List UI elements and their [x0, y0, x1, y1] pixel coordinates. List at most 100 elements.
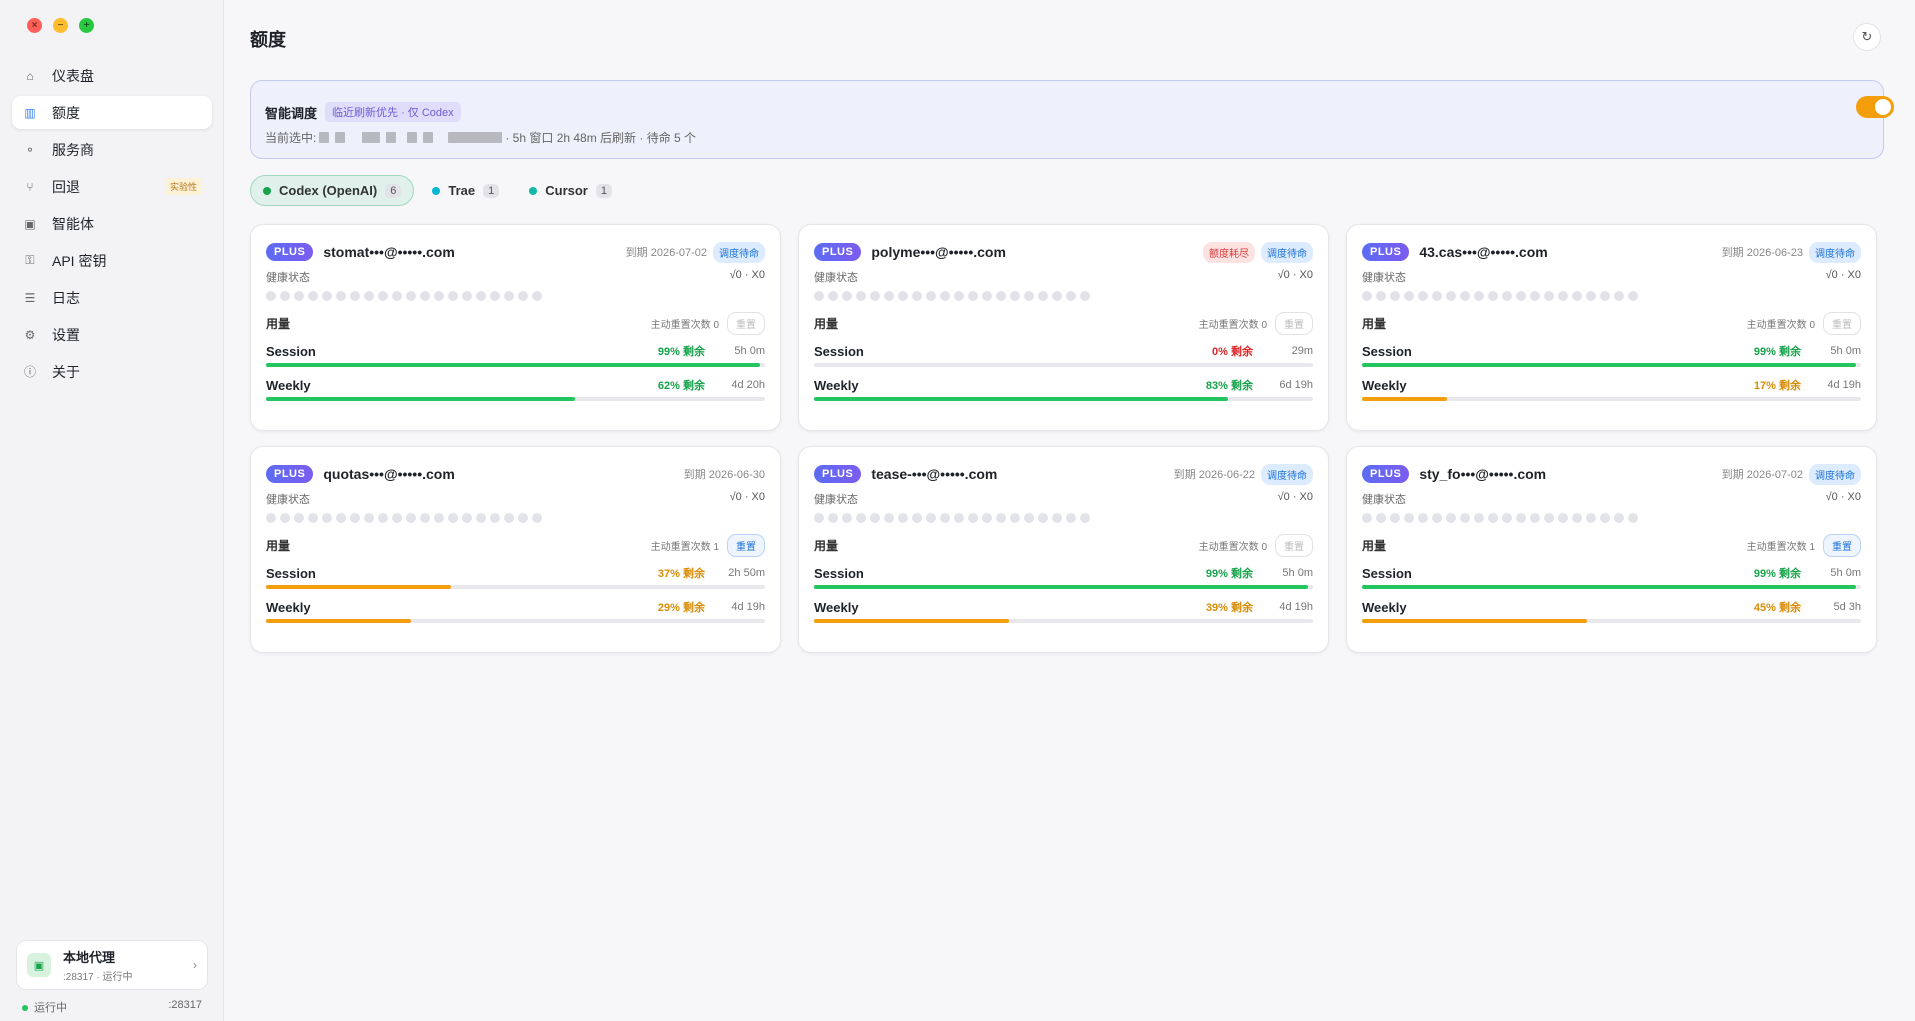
account-email: tease-•••@•••••.com — [871, 466, 998, 482]
health-dot — [884, 291, 894, 301]
health-dot — [532, 513, 542, 523]
expire-date: 到期 2026-07-02 — [626, 244, 707, 260]
usage-label: 用量 — [1362, 538, 1387, 553]
health-history — [266, 513, 765, 523]
health-dot — [462, 291, 472, 301]
health-dot — [1418, 513, 1428, 523]
provider-tab[interactable]: Cursor 1 — [517, 175, 624, 206]
health-dot — [1080, 513, 1090, 523]
health-dot — [870, 291, 880, 301]
tab-label: Trae — [448, 183, 476, 198]
health-dot — [1530, 291, 1540, 301]
plan-badge: PLUS — [1362, 243, 1410, 261]
health-dot — [1558, 291, 1568, 301]
scheduler-title: 智能调度 — [265, 105, 318, 121]
local-proxy-card[interactable]: ▣ 本地代理 :28317 · 运行中 › — [16, 940, 208, 990]
scheduler-toggle[interactable] — [1856, 96, 1894, 118]
agent-icon: ▣ — [24, 216, 36, 231]
session-remaining: 0% 剩余 — [1212, 346, 1253, 358]
reset-button[interactable]: 重置 — [1275, 533, 1313, 557]
meter-header: Weekly 39% 剩余 4d 19h — [814, 599, 1313, 615]
scheduler-selected-prefix: 当前选中: — [265, 131, 317, 145]
sidebar-item-label: 仪表盘 — [52, 67, 94, 84]
status-badge: 额度耗尽 — [1203, 241, 1255, 263]
session-meter: Session 99% 剩余 5h 0m — [814, 565, 1313, 589]
plan-badge: PLUS — [814, 465, 862, 483]
status-badge: 调度待命 — [1261, 463, 1313, 485]
health-dot — [1558, 513, 1568, 523]
weekly-progress-bar — [814, 397, 1313, 401]
health-dot — [1488, 513, 1498, 523]
session-progress-bar — [1362, 585, 1861, 589]
health-dot — [1460, 513, 1470, 523]
health-dot — [490, 513, 500, 523]
sidebar-item[interactable]: ⚙ 设置 — [12, 318, 212, 351]
reset-count: 主动重置次数 0 — [1199, 316, 1267, 331]
session-meter: Session 99% 剩余 5h 0m — [1362, 343, 1861, 367]
health-dot — [1362, 291, 1372, 301]
health-dot — [1544, 513, 1554, 523]
health-dot — [842, 291, 852, 301]
session-reset-time: 29m — [1291, 345, 1313, 357]
health-dot — [518, 513, 528, 523]
reset-button[interactable]: 重置 — [1823, 533, 1861, 557]
sidebar-item[interactable]: ☰ 日志 — [12, 281, 212, 314]
sidebar-item[interactable]: ⚬ 服务商 — [12, 133, 212, 166]
health-dot — [532, 291, 542, 301]
health-dot — [336, 291, 346, 301]
health-dot — [1432, 513, 1442, 523]
quota-icon: ▥ — [24, 105, 36, 120]
sidebar-item[interactable]: ▥ 额度 — [12, 96, 212, 129]
sidebar-item[interactable]: ▣ 智能体 — [12, 207, 212, 240]
reset-button[interactable]: 重置 — [727, 533, 765, 557]
session-progress-bar — [1362, 363, 1861, 367]
weekly-label: Weekly — [814, 377, 859, 393]
provider-tab[interactable]: Trae 1 — [420, 175, 511, 206]
reset-button[interactable]: 重置 — [1275, 311, 1313, 335]
weekly-progress-fill — [814, 397, 1229, 401]
refresh-button[interactable]: ↻ — [1853, 23, 1881, 51]
health-counts: √0 · X0 — [1825, 491, 1861, 503]
tab-dot-icon — [263, 186, 271, 195]
redacted-block — [448, 132, 503, 143]
status-badge: 调度待命 — [1261, 241, 1313, 263]
reset-button[interactable]: 重置 — [1823, 311, 1861, 335]
weekly-progress-fill — [1362, 619, 1587, 623]
health-history — [266, 291, 765, 301]
health-dot — [1628, 291, 1638, 301]
health-row: 健康状态 √0 · X0 — [266, 491, 765, 507]
usage-label: 用量 — [1362, 316, 1387, 331]
weekly-meter: Weekly 39% 剩余 4d 19h — [814, 599, 1313, 623]
meter-header: Weekly 45% 剩余 5d 3h — [1362, 599, 1861, 615]
health-dot — [392, 513, 402, 523]
session-meter: Session 99% 剩余 5h 0m — [1362, 565, 1861, 589]
tab-count: 1 — [595, 183, 612, 198]
close-window-button[interactable]: × — [27, 18, 42, 33]
provider-tab[interactable]: Codex (OpenAI) 6 — [250, 175, 415, 206]
health-dot — [954, 513, 964, 523]
minimize-window-button[interactable]: − — [53, 18, 68, 33]
sidebar-item[interactable]: ⓘ 关于 — [12, 355, 212, 388]
account-email: 43.cas•••@•••••.com — [1419, 244, 1548, 260]
health-dot — [912, 513, 922, 523]
card-header: PLUS stomat•••@•••••.com 到期 2026-07-02 调度待命 — [266, 241, 765, 263]
health-label: 健康状态 — [1362, 494, 1406, 506]
health-dot — [448, 291, 458, 301]
health-dot — [490, 291, 500, 301]
sidebar-item[interactable]: ⑂ 回退 实验性 — [12, 170, 212, 203]
maximize-window-button[interactable]: + — [79, 18, 94, 33]
page-title: 额度 — [250, 30, 286, 50]
meter-header: Session 0% 剩余 29m — [814, 343, 1313, 359]
sidebar-item[interactable]: ⚿ API 密钥 — [12, 244, 212, 277]
weekly-progress-bar — [814, 619, 1313, 623]
health-dot — [266, 291, 276, 301]
sidebar-item[interactable]: ⌂ 仪表盘 — [12, 59, 212, 92]
weekly-meter: Weekly 29% 剩余 4d 19h — [266, 599, 765, 623]
health-dot — [1010, 291, 1020, 301]
health-dot — [940, 291, 950, 301]
weekly-progress-bar — [1362, 619, 1861, 623]
reset-button[interactable]: 重置 — [727, 311, 765, 335]
weekly-label: Weekly — [1362, 599, 1407, 615]
session-progress-bar — [266, 585, 765, 589]
meter-header: Weekly 62% 剩余 4d 20h — [266, 377, 765, 393]
